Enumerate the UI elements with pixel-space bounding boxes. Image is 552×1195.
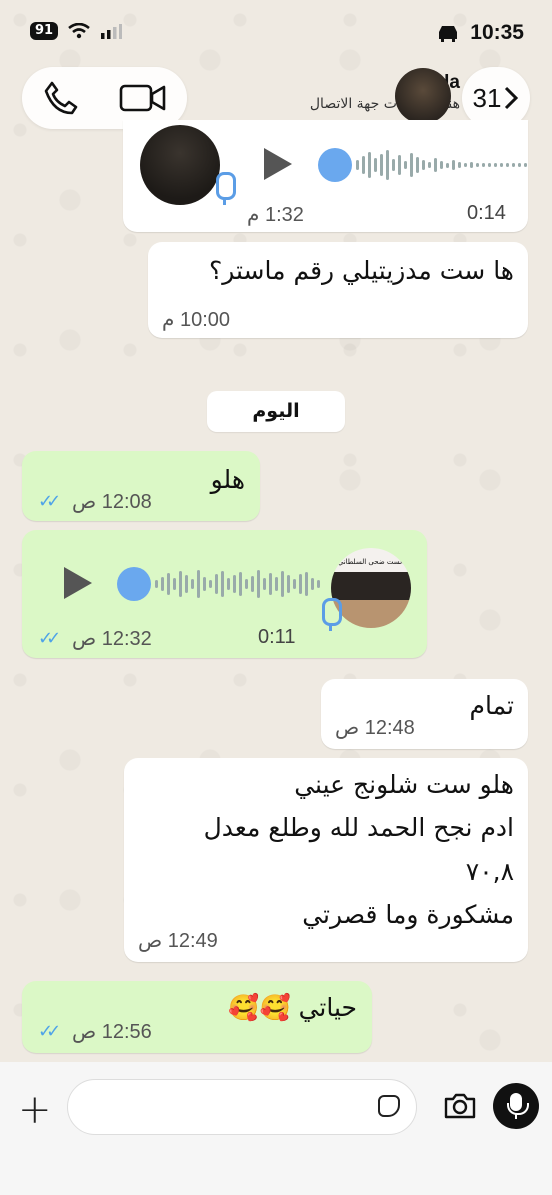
voice-record-button[interactable] <box>493 1083 539 1129</box>
read-receipt-icon: ✓✓ <box>38 1021 61 1042</box>
read-receipt-icon: ✓✓ <box>38 628 61 649</box>
message-incoming[interactable]: ها ست مدزيتيلي رقم ماستر؟ 10:00 م <box>148 242 528 338</box>
car-icon <box>439 26 458 42</box>
video-icon[interactable] <box>119 81 167 115</box>
voice-waveform <box>155 567 320 601</box>
message-time: 10:00 م <box>162 309 231 331</box>
message-text-line: هلو ست شلونج عيني <box>294 770 514 799</box>
voice-waveform <box>356 148 527 182</box>
play-icon[interactable] <box>264 148 292 180</box>
wifi-icon <box>68 23 90 39</box>
voice-progress-dot[interactable] <box>117 567 151 601</box>
plus-icon[interactable]: + <box>18 1090 52 1130</box>
message-text-line: ٧٠,٨ <box>465 857 514 886</box>
battery-indicator: 91 <box>30 22 59 40</box>
voice-message-incoming[interactable]: 0:14 1:32 م <box>123 120 528 232</box>
play-icon[interactable] <box>64 567 92 599</box>
message-time: 12:32 ص <box>72 628 152 650</box>
message-text: هلو <box>210 465 245 494</box>
message-time: 12:49 ص <box>138 930 218 952</box>
status-time: 10:35 <box>470 21 524 44</box>
avatar-caption: الست ضحى السلطاني <box>337 558 405 566</box>
voice-message-outgoing[interactable]: الست ضحى السلطاني 0:11 12:32 ص ✓✓ <box>22 530 427 658</box>
message-time: 12:56 ص <box>72 1021 152 1043</box>
voice-sender-avatar: الست ضحى السلطاني <box>331 548 411 628</box>
message-time: 1:32 م <box>247 204 304 226</box>
message-text: ها ست مدزيتيلي رقم ماستر؟ <box>208 256 514 285</box>
voice-duration: 0:14 <box>467 202 506 224</box>
voice-sender-avatar <box>140 125 220 205</box>
message-text-line: ادم نجح الحمد لله وطلع معدل <box>203 813 514 842</box>
phone-icon[interactable] <box>42 79 80 117</box>
mic-icon <box>322 598 342 631</box>
voice-progress-dot[interactable] <box>318 148 352 182</box>
read-receipt-icon: ✓✓ <box>38 491 61 512</box>
mic-icon <box>216 172 236 205</box>
message-time: 12:48 ص <box>335 717 415 739</box>
composer-bar: + <box>0 1062 552 1195</box>
signal-icon <box>101 24 123 39</box>
date-divider: اليوم <box>207 391 345 432</box>
mic-stand <box>507 1103 529 1115</box>
voice-duration: 0:11 <box>258 626 296 648</box>
unread-count: 31 <box>472 82 502 113</box>
sticker-icon[interactable] <box>378 1095 400 1117</box>
chevron-right-icon <box>505 86 519 110</box>
message-outgoing[interactable]: هلو 12:08 ص ✓✓ <box>22 451 260 521</box>
message-text: حياتي 🥰🥰 <box>228 993 357 1022</box>
status-right: 10:35 <box>436 21 524 45</box>
message-incoming[interactable]: تمام 12:48 ص <box>321 679 528 749</box>
status-left: 91 <box>30 22 123 40</box>
message-text-line: مشكورة وما قصرتي <box>302 900 514 929</box>
contact-avatar[interactable] <box>395 68 451 124</box>
message-outgoing[interactable]: حياتي 🥰🥰 12:56 ص ✓✓ <box>22 981 372 1053</box>
camera-icon[interactable] <box>443 1092 477 1120</box>
message-incoming[interactable]: هلو ست شلونج عيني ادم نجح الحمد لله وطلع… <box>124 758 528 962</box>
status-bar: 91 10:35 <box>0 0 552 62</box>
message-input[interactable] <box>67 1079 417 1135</box>
message-time: 12:08 ص <box>72 491 152 513</box>
message-text: تمام <box>469 691 514 720</box>
mic-base <box>515 1114 517 1119</box>
